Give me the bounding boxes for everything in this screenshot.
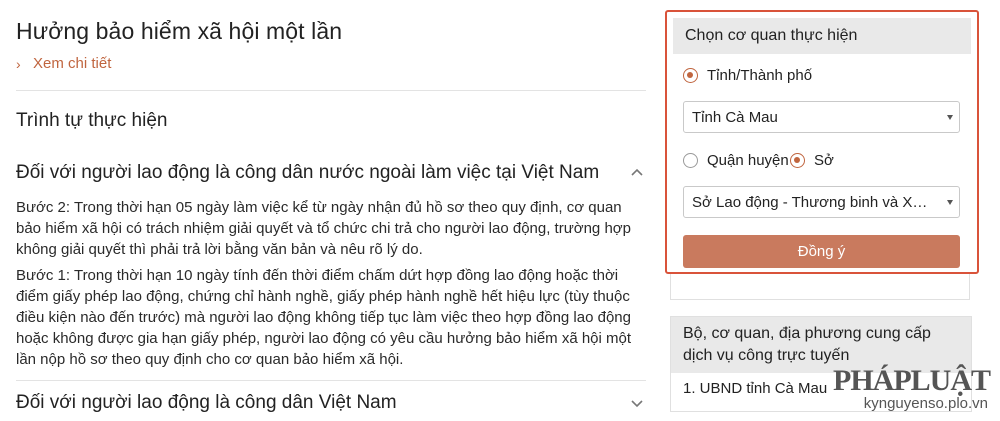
radio-district-label: Quận huyện <box>707 152 789 169</box>
submit-button[interactable]: Đồng ý <box>683 235 960 268</box>
accordion-header-foreign-workers[interactable]: Đối với người lao động là công dân nước … <box>16 162 646 184</box>
province-select-value: Tỉnh Cà Mau <box>692 109 778 126</box>
panel-footer-area <box>670 274 970 300</box>
section-title: Trình tự thực hiện <box>16 110 168 131</box>
radio-department[interactable]: Sở <box>790 152 834 169</box>
view-details-label: Xem chi tiết <box>33 55 112 72</box>
radio-province[interactable]: Tỉnh/Thành phố <box>683 67 812 84</box>
step-paragraph: Bước 2: Trong thời hạn 05 ngày làm việc … <box>16 199 631 258</box>
page-title: Hưởng bảo hiểm xã hội một lần <box>16 18 343 44</box>
dropdown-arrow-icon <box>947 115 953 120</box>
dropdown-arrow-icon <box>947 200 953 205</box>
radio-selected-icon <box>790 153 805 168</box>
chevron-right-icon: › <box>16 55 21 72</box>
accordion-header-vietnamese-workers[interactable]: Đối với người lao động là công dân Việt … <box>16 392 646 414</box>
watermark-logo: PHÁPLUẬT <box>833 364 991 397</box>
radio-selected-icon <box>683 68 698 83</box>
radio-department-label: Sở <box>814 152 834 169</box>
accordion-heading: Đối với người lao động là công dân Việt … <box>16 392 397 413</box>
department-select-value: Sở Lao động - Thương binh và Xã hội tỉnh… <box>692 194 932 211</box>
accordion-heading: Đối với người lao động là công dân nước … <box>16 162 600 183</box>
watermark-url: kynguyenso.plo.vn <box>863 395 988 412</box>
divider <box>16 380 646 381</box>
agency-selector-panel: Chọn cơ quan thực hiện Tỉnh/Thành phố Tỉ… <box>665 10 979 274</box>
department-select[interactable]: Sở Lao động - Thương binh và Xã hội tỉnh… <box>683 186 960 218</box>
chevron-down-icon <box>631 400 643 408</box>
step-paragraph: Bước 1: Trong thời hạn 10 ngày tính đến … <box>16 267 632 368</box>
radio-district[interactable]: Quận huyện <box>683 152 789 169</box>
radio-unselected-icon <box>683 153 698 168</box>
province-select[interactable]: Tỉnh Cà Mau <box>683 101 960 133</box>
radio-province-label: Tỉnh/Thành phố <box>707 67 813 84</box>
divider <box>16 90 646 91</box>
online-service-item[interactable]: 1. UBND tỉnh Cà Mau <box>683 380 827 397</box>
chevron-up-icon <box>631 168 643 176</box>
view-details-link[interactable]: › Xem chi tiết <box>16 55 111 72</box>
agency-panel-header: Chọn cơ quan thực hiện <box>673 18 971 54</box>
